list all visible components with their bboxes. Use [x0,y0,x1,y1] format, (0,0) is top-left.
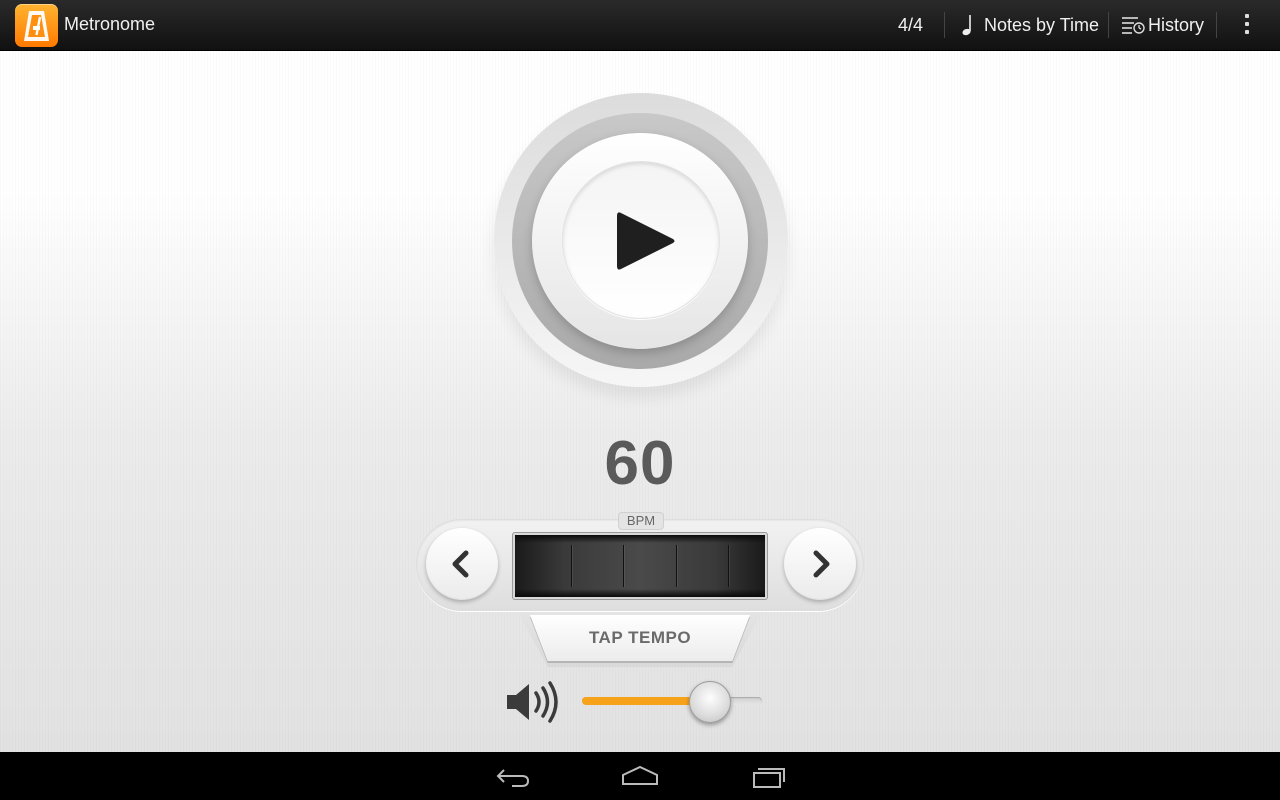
time-signature-button[interactable]: 4/4 [898,0,923,50]
app-title: Metronome [64,14,156,34]
tap-tempo-button[interactable]: TAP TEMPO [530,615,750,661]
play-button[interactable] [562,161,720,319]
bpm-label: BPM [618,512,664,530]
wheel-tick [676,545,677,587]
increase-bpm-button[interactable] [784,528,856,600]
volume-slider[interactable] [582,681,762,723]
tempo-wheel-surface [515,535,765,597]
quarter-note-icon [960,13,980,37]
home-button[interactable] [600,752,680,800]
action-divider [1216,12,1217,38]
history-icon [1120,14,1148,36]
wheel-tick [623,545,624,587]
tap-tempo-label: TAP TEMPO [588,628,692,647]
wheel-tick [571,545,572,587]
notes-by-time-label: Notes by Time [984,14,1100,35]
system-navigation-bar [0,752,1280,800]
history-label: History [1148,14,1205,35]
volume-slider-thumb[interactable] [689,681,731,723]
back-button[interactable] [472,752,552,800]
action-bar: Metronome 4/4 Notes by Time History [0,0,1280,51]
action-divider [944,12,945,38]
overflow-menu-icon[interactable] [1243,14,1251,36]
chevron-left-icon [452,550,469,578]
action-divider [1108,12,1109,38]
recent-apps-button[interactable] [730,752,810,800]
speaker-icon [505,679,567,730]
home-icon [622,765,658,785]
tempo-wheel[interactable] [512,532,768,600]
main-content: 60 BPM TAP TEMPO [0,51,1280,752]
metronome-app-icon[interactable] [15,4,58,47]
back-icon [496,769,530,787]
decrease-bpm-button[interactable] [426,528,498,600]
play-icon [617,212,675,270]
wheel-tick [728,545,729,587]
history-button[interactable]: History [1120,0,1204,50]
time-signature-label: 4/4 [898,14,924,35]
bpm-value: 60 [604,429,676,498]
recent-apps-icon [753,768,785,788]
notes-by-time-button[interactable]: Notes by Time [960,0,1099,50]
chevron-right-icon [813,550,830,578]
